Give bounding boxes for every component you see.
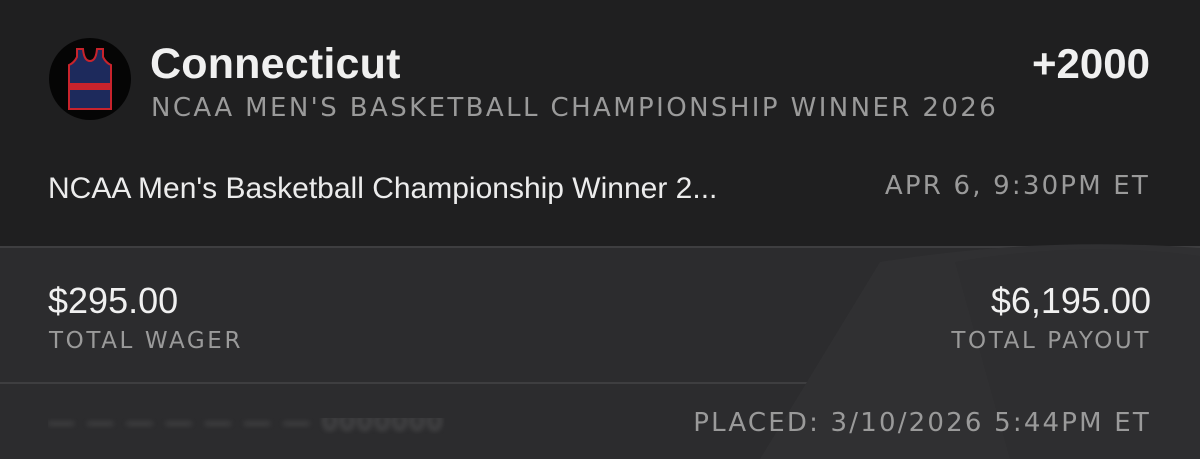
total-wager-amount: $295.00 [48, 280, 179, 321]
odds-value: +2000 [1032, 40, 1150, 87]
placed-timestamp: PLACED: 3/10/2026 5:44PM ET [693, 408, 1151, 438]
selection-section: Connecticut +2000 NCAA MEN'S BASKETBALL … [0, 0, 1200, 246]
market-name: NCAA MEN'S BASKETBALL CHAMPIONSHIP WINNE… [151, 93, 999, 123]
team-avatar [49, 38, 131, 120]
bet-slip-card: Connecticut +2000 NCAA MEN'S BASKETBALL … [0, 0, 1200, 459]
basketball-jersey-icon [68, 48, 112, 110]
event-time: APR 6, 9:30PM ET [884, 171, 1150, 201]
team-name: Connecticut [150, 40, 401, 88]
total-wager-label: TOTAL WAGER [49, 328, 244, 354]
total-payout-amount: $6,195.00 [990, 280, 1151, 321]
total-payout-label: TOTAL PAYOUT [951, 328, 1151, 354]
event-name: NCAA Men's Basketball Championship Winne… [48, 172, 718, 205]
